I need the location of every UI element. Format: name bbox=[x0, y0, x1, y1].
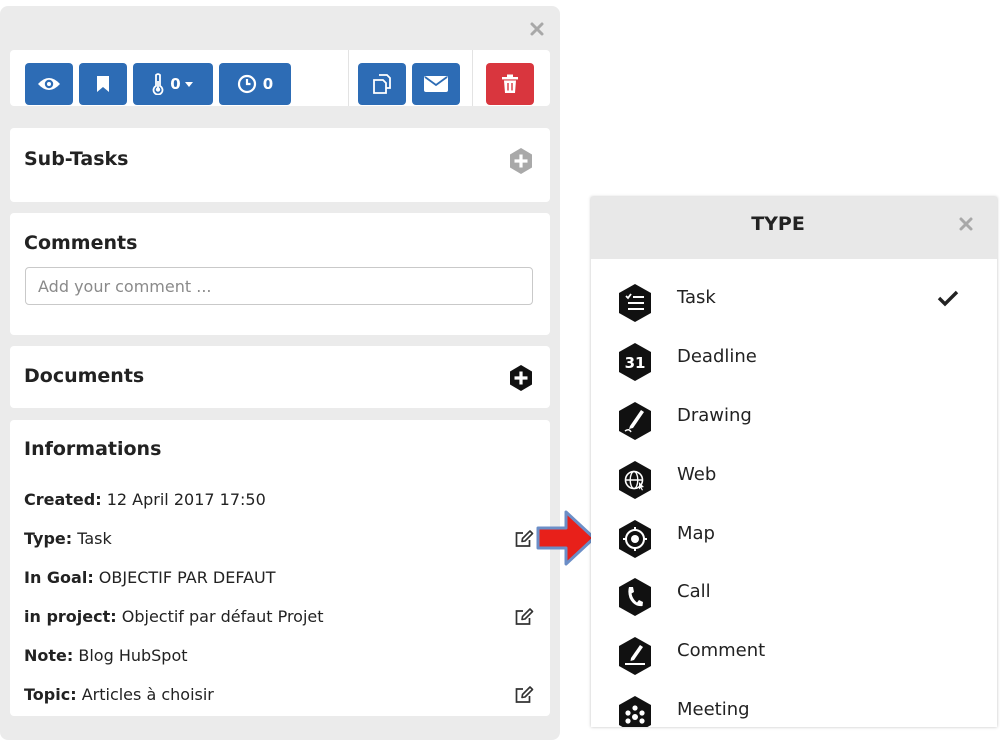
timer-count: 0 bbox=[262, 75, 274, 93]
bookmark-icon bbox=[97, 76, 109, 92]
type-option-label: Web bbox=[677, 464, 717, 485]
email-button[interactable] bbox=[412, 63, 460, 105]
add-document-icon[interactable] bbox=[508, 364, 534, 392]
copy-icon bbox=[373, 74, 391, 94]
type-option-call[interactable]: Call bbox=[591, 578, 997, 639]
type-picker-dropdown: TYPE Task 31 Deadline Drawing Web Map Ca… bbox=[591, 197, 997, 727]
type-option-label: Map bbox=[677, 523, 715, 544]
red-arrow-annotation bbox=[536, 510, 596, 566]
phone-icon bbox=[619, 578, 651, 616]
type-option-label: Task bbox=[677, 287, 716, 308]
type-option-label: Deadline bbox=[677, 346, 757, 367]
add-subtask-icon[interactable] bbox=[508, 147, 534, 175]
subtasks-section: Sub-Tasks bbox=[10, 128, 550, 202]
task-detail-panel: 0 0 Sub-Tasks Comments Add your comment … bbox=[0, 6, 560, 740]
comment-input[interactable] bbox=[25, 267, 533, 305]
caret-down-icon bbox=[184, 82, 193, 87]
duplicate-button[interactable] bbox=[358, 63, 406, 105]
clock-icon bbox=[237, 74, 256, 94]
info-note: Note: Blog HubSpot bbox=[24, 646, 188, 665]
timer-button[interactable]: 0 bbox=[219, 63, 291, 105]
type-option-label: Call bbox=[677, 581, 711, 602]
type-option-task[interactable]: Task bbox=[591, 284, 997, 345]
type-option-comment[interactable]: Comment bbox=[591, 637, 997, 698]
close-icon[interactable] bbox=[528, 20, 546, 38]
type-option-map[interactable]: Map bbox=[591, 520, 997, 581]
type-option-meeting[interactable]: Meeting bbox=[591, 696, 997, 727]
type-option-label: Drawing bbox=[677, 405, 752, 426]
action-toolbar: 0 0 bbox=[10, 50, 550, 106]
delete-button[interactable] bbox=[486, 63, 534, 105]
type-option-label: Meeting bbox=[677, 699, 750, 720]
informations-section: Informations Created: 12 April 2017 17:5… bbox=[10, 420, 550, 716]
type-option-deadline[interactable]: 31 Deadline bbox=[591, 343, 997, 404]
globe-icon bbox=[619, 461, 651, 499]
eye-icon bbox=[38, 78, 60, 90]
temperature-dropdown-button[interactable]: 0 bbox=[133, 63, 213, 105]
informations-title: Informations bbox=[24, 438, 162, 460]
documents-section: Documents bbox=[10, 346, 550, 408]
meeting-icon bbox=[619, 696, 651, 727]
type-option-web[interactable]: Web bbox=[591, 461, 997, 522]
subtasks-title: Sub-Tasks bbox=[24, 148, 129, 170]
pen-line-icon bbox=[619, 637, 651, 675]
comments-title: Comments bbox=[24, 232, 138, 254]
temperature-count: 0 bbox=[170, 75, 181, 93]
watch-button[interactable] bbox=[25, 63, 73, 105]
edit-type-icon[interactable] bbox=[514, 530, 534, 548]
comments-section: Comments bbox=[10, 213, 550, 335]
bookmark-button[interactable] bbox=[79, 63, 127, 105]
close-icon[interactable] bbox=[957, 215, 975, 233]
toolbar-divider bbox=[472, 50, 473, 106]
edit-topic-icon[interactable] bbox=[514, 686, 534, 704]
task-list-icon bbox=[619, 284, 651, 322]
info-goal: In Goal: OBJECTIF PAR DEFAUT bbox=[24, 568, 276, 587]
pencil-icon bbox=[619, 402, 651, 440]
edit-project-icon[interactable] bbox=[514, 608, 534, 626]
toolbar-divider bbox=[348, 50, 349, 106]
check-icon bbox=[937, 290, 959, 307]
trash-icon bbox=[502, 74, 518, 93]
type-picker-header: TYPE bbox=[591, 197, 997, 259]
envelope-icon bbox=[424, 76, 448, 92]
info-type: Type: Task bbox=[24, 529, 112, 548]
type-option-drawing[interactable]: Drawing bbox=[591, 402, 997, 463]
documents-title: Documents bbox=[24, 365, 145, 387]
svg-text:31: 31 bbox=[625, 354, 646, 372]
info-topic: Topic: Articles à choisir bbox=[24, 685, 214, 704]
info-created: Created: 12 April 2017 17:50 bbox=[24, 490, 266, 509]
type-picker-title: TYPE bbox=[751, 213, 805, 235]
target-icon bbox=[619, 520, 651, 558]
type-option-label: Comment bbox=[677, 640, 766, 661]
thermometer-icon bbox=[152, 73, 164, 95]
calendar-31-icon: 31 bbox=[619, 343, 651, 381]
info-project: in project: Objectif par défaut Projet bbox=[24, 607, 324, 626]
